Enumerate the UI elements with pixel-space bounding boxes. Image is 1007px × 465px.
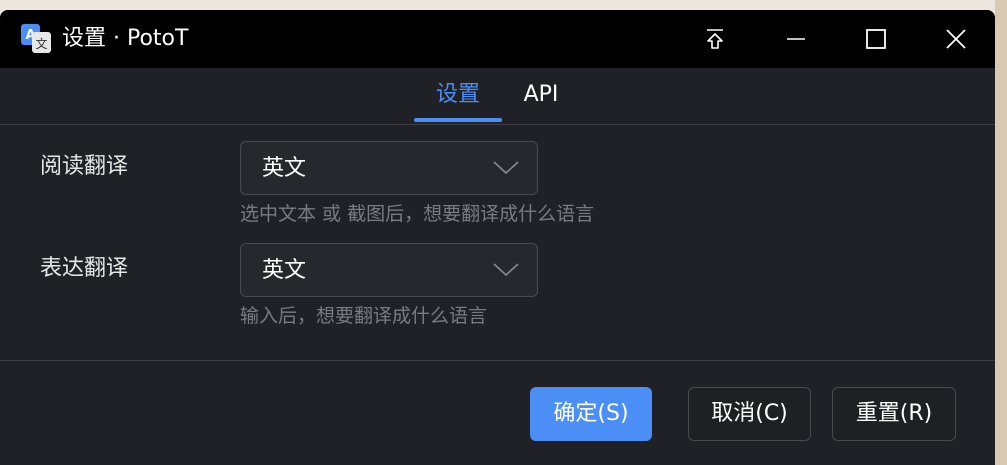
chevron-down-icon bbox=[493, 263, 519, 277]
maximize-button[interactable] bbox=[836, 10, 916, 68]
settings-window: A 文 设置 · PotoT 设置 API 阅读翻译 英文 选中文本 或 截图后… bbox=[0, 10, 995, 465]
tab-api[interactable]: API bbox=[508, 80, 574, 110]
maximize-icon bbox=[866, 29, 886, 49]
minimize-button[interactable] bbox=[756, 10, 836, 68]
reading-language-value: 英文 bbox=[262, 156, 307, 181]
reset-button[interactable]: 重置(R) bbox=[832, 387, 956, 441]
pin-icon bbox=[707, 29, 723, 49]
reading-translation-hint: 选中文本 或 截图后，想要翻译成什么语言 bbox=[240, 203, 595, 225]
close-icon bbox=[946, 29, 966, 49]
pin-button[interactable] bbox=[675, 10, 755, 68]
reading-translation-label: 阅读翻译 bbox=[40, 154, 129, 179]
expression-language-select[interactable]: 英文 bbox=[240, 243, 538, 297]
reading-language-select[interactable]: 英文 bbox=[240, 141, 538, 195]
active-tab-indicator bbox=[414, 118, 502, 122]
desktop-background-top bbox=[0, 0, 1007, 10]
cancel-button[interactable]: 取消(C) bbox=[688, 387, 811, 441]
tab-settings[interactable]: 设置 bbox=[414, 80, 502, 110]
confirm-button[interactable]: 确定(S) bbox=[530, 387, 652, 441]
minimize-icon bbox=[787, 38, 805, 40]
desktop-background-edge bbox=[995, 0, 1007, 465]
translate-app-icon: A 文 bbox=[20, 22, 52, 54]
tab-bar: 设置 API bbox=[0, 68, 995, 125]
expression-language-value: 英文 bbox=[262, 258, 307, 283]
expression-translation-hint: 输入后，想要翻译成什么语言 bbox=[240, 305, 488, 327]
footer-divider bbox=[0, 360, 995, 361]
expression-translation-label: 表达翻译 bbox=[40, 256, 129, 281]
title-bar[interactable]: A 文 设置 · PotoT bbox=[0, 10, 995, 68]
window-title: 设置 · PotoT bbox=[62, 26, 189, 51]
close-button[interactable] bbox=[916, 10, 995, 68]
chevron-down-icon bbox=[493, 161, 519, 175]
svg-text:文: 文 bbox=[35, 36, 47, 51]
